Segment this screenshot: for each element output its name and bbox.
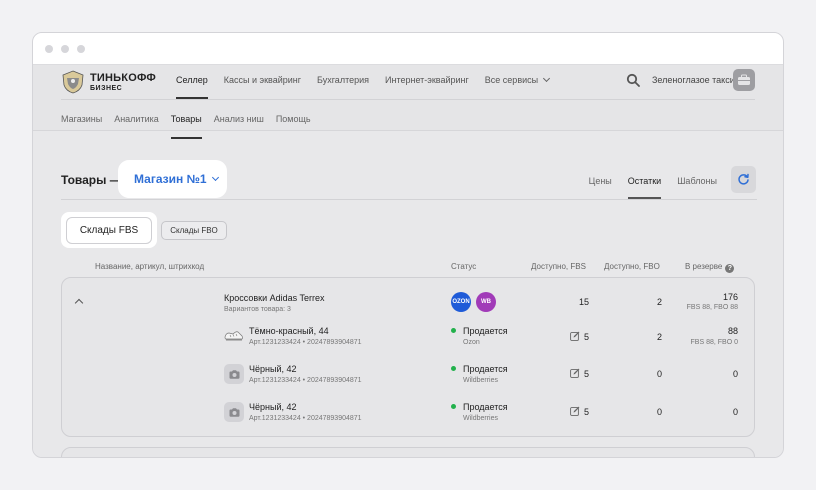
sneaker-thumbnail-icon[interactable]: [224, 328, 244, 342]
header-divider: [61, 199, 757, 200]
brand-name: ТИНЬКОФФ: [90, 71, 156, 84]
variant-reserve: 0: [732, 369, 738, 379]
product-reserve-detail: FBS 88, FBO 88: [686, 304, 738, 311]
variant-fbo: 2: [656, 332, 662, 342]
page-title: Товары —: [61, 173, 122, 187]
product-fbs: 15: [578, 297, 589, 307]
tab-stock[interactable]: Остатки: [627, 167, 662, 199]
ozon-badge-label: OZON: [452, 299, 470, 305]
product-name[interactable]: Кроссовки Adidas Terrex: [224, 293, 324, 303]
store-selector-label: Магазин №1: [134, 172, 207, 186]
status-dot-icon: [451, 404, 456, 409]
sub-nav: Магазины Аналитика Товары Анализ ниш Пом…: [61, 99, 323, 139]
photo-placeholder[interactable]: [224, 364, 244, 384]
product-reserve: 176: [722, 292, 738, 302]
variant-fbs[interactable]: 5: [584, 369, 589, 379]
edit-icon[interactable]: [570, 368, 580, 378]
column-header-name[interactable]: Название, артикул, штрихкод: [95, 262, 204, 271]
chevron-down-icon: [211, 173, 219, 182]
variant-name[interactable]: Тёмно-красный, 44: [249, 326, 329, 336]
subnav-niche-analysis[interactable]: Анализ ниш: [214, 99, 264, 139]
status-dot-icon: [451, 366, 456, 371]
nav-internet-acquiring-label: Интернет-эквайринг: [385, 75, 469, 85]
briefcase-icon: [738, 74, 750, 85]
tab-prices[interactable]: Цены: [589, 167, 612, 199]
nav-cash-acquiring-label: Кассы и эквайринг: [223, 75, 302, 85]
store-selector[interactable]: Магазин №1: [121, 163, 224, 195]
variant-name[interactable]: Чёрный, 42: [249, 364, 297, 374]
nav-accounting-label: Бухгалтерия: [317, 75, 369, 85]
status-dot-icon: [451, 328, 456, 333]
refresh-button[interactable]: [731, 166, 756, 193]
camera-icon: [229, 369, 239, 379]
variant-status: Продается: [463, 364, 508, 374]
main-nav: Селлер Кассы и эквайринг Бухгалтерия Инт…: [176, 65, 565, 99]
warehouse-fbs-button[interactable]: Склады FBS: [66, 217, 152, 244]
nav-accounting[interactable]: Бухгалтерия: [317, 65, 369, 99]
company-avatar[interactable]: [733, 69, 755, 91]
camera-icon: [229, 407, 239, 417]
chevron-up-icon[interactable]: [74, 298, 84, 308]
variant-reserve: 88: [727, 326, 738, 336]
column-header-fbs[interactable]: Доступно, FBS: [531, 262, 586, 271]
product-variants-count: Вариантов товара: 3: [224, 306, 291, 313]
brand-subname: БИЗНЕС: [90, 84, 123, 92]
subnav-help[interactable]: Помощь: [276, 99, 311, 139]
variant-fbo: 0: [656, 369, 662, 379]
search-icon[interactable]: [626, 73, 640, 87]
nav-all-services-label: Все сервисы: [484, 75, 539, 85]
variant-sku: Арт.1231233424 • 20247893904871: [249, 415, 362, 422]
main-content: Товары — Магазин №1 Цены Остатки Шаблоны…: [33, 139, 783, 457]
window-dot-maximize[interactable]: [77, 44, 85, 53]
window-dot-minimize[interactable]: [61, 44, 69, 53]
variant-marketplace: Wildberries: [463, 415, 499, 422]
edit-icon[interactable]: [570, 406, 580, 416]
coat-of-arms-icon: [62, 70, 84, 94]
company-name[interactable]: Зеленоглазое такси: [652, 75, 735, 85]
help-icon[interactable]: ?: [725, 264, 735, 273]
wb-badge: WB: [476, 292, 496, 312]
top-navigation: ТИНЬКОФФ БИЗНЕС Селлер Кассы и эквайринг…: [33, 65, 783, 139]
photo-placeholder[interactable]: [224, 402, 244, 422]
nav-seller[interactable]: Селлер: [176, 65, 208, 99]
column-header-status[interactable]: Статус: [451, 262, 476, 271]
variant-fbs[interactable]: 5: [584, 332, 589, 342]
subnav-analytics[interactable]: Аналитика: [114, 99, 159, 139]
product-card: Кроссовки Adidas Terrex Вариантов товара…: [61, 277, 755, 437]
variant-fbo: 0: [656, 407, 662, 417]
variant-reserve-detail: FBS 88, FBO 0: [690, 339, 738, 346]
column-header-fbo[interactable]: Доступно, FBO: [604, 262, 660, 271]
nav-internet-acquiring[interactable]: Интернет-эквайринг: [385, 65, 469, 99]
nav-all-services[interactable]: Все сервисы: [484, 65, 551, 99]
window-titlebar: [33, 33, 783, 65]
refresh-icon: [738, 173, 749, 185]
variant-sku: Арт.1231233424 • 20247893904871: [249, 377, 362, 384]
subnav-products[interactable]: Товары: [170, 99, 202, 139]
warehouse-fbo-button[interactable]: Склады FBO: [161, 221, 227, 240]
ozon-badge: OZON: [451, 292, 471, 312]
variant-marketplace: Wildberries: [463, 377, 499, 384]
column-header-reserve-label: В резерве: [685, 262, 723, 271]
window-dot-close[interactable]: [45, 44, 53, 53]
variant-fbs[interactable]: 5: [584, 407, 589, 417]
variant-marketplace: Ozon: [463, 339, 480, 346]
tab-templates[interactable]: Шаблоны: [677, 167, 717, 199]
edit-icon[interactable]: [570, 331, 580, 341]
nav-cash-acquiring[interactable]: Кассы и эквайринг: [224, 65, 301, 99]
variant-status: Продается: [463, 402, 508, 412]
variant-status: Продается: [463, 326, 508, 336]
view-tabs: Цены Остатки Шаблоны: [573, 167, 717, 199]
nav-seller-label: Селлер: [176, 75, 208, 85]
product-card-next[interactable]: [61, 447, 755, 457]
brand-logo[interactable]: ТИНЬКОФФ БИЗНЕС: [61, 70, 156, 94]
wb-badge-label: WB: [481, 299, 491, 305]
column-header-reserve[interactable]: В резерве?: [685, 262, 735, 273]
variant-reserve: 0: [732, 407, 738, 417]
browser-window: ТИНЬКОФФ БИЗНЕС Селлер Кассы и эквайринг…: [32, 32, 784, 458]
variant-sku: Арт.1231233424 • 20247893904871: [249, 339, 362, 346]
subnav-stores[interactable]: Магазины: [61, 99, 102, 139]
variant-name[interactable]: Чёрный, 42: [249, 402, 297, 412]
chevron-down-icon: [543, 74, 551, 83]
product-fbo: 2: [656, 297, 662, 307]
